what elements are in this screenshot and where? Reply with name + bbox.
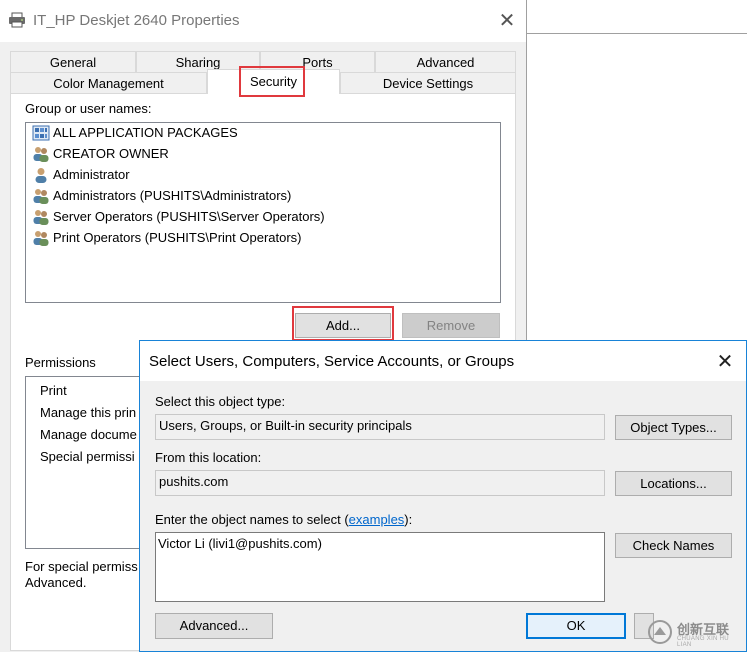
special-permissions-note-advanced: Advanced. bbox=[25, 575, 87, 590]
permission-item: Manage docume bbox=[40, 427, 137, 442]
list-item-label: ALL APPLICATION PACKAGES bbox=[53, 125, 238, 140]
watermark-icon bbox=[648, 620, 672, 644]
remove-button: Remove bbox=[402, 313, 500, 338]
group-icon bbox=[33, 210, 49, 225]
watermark-subtext: CHUANG XIN HU LIAN bbox=[677, 636, 729, 648]
check-names-button[interactable]: Check Names bbox=[615, 533, 732, 558]
special-permissions-note: For special permiss bbox=[25, 559, 138, 574]
object-type-field: Users, Groups, or Built-in security prin… bbox=[155, 414, 605, 440]
locations-button[interactable]: Locations... bbox=[615, 471, 732, 496]
object-names-label-prefix: Enter the object names to select ( bbox=[155, 512, 349, 527]
user-icon bbox=[35, 168, 47, 183]
object-names-label-suffix: ): bbox=[404, 512, 413, 527]
permission-item: Print bbox=[40, 383, 67, 398]
object-type-label: Select this object type: bbox=[155, 394, 286, 409]
add-button[interactable]: Add... bbox=[295, 313, 391, 338]
packages-icon bbox=[32, 125, 50, 141]
properties-close-icon[interactable]: ✕ bbox=[494, 8, 520, 34]
select-dialog-title: Select Users, Computers, Service Account… bbox=[149, 353, 515, 370]
list-item-label: CREATOR OWNER bbox=[53, 146, 169, 161]
ok-button[interactable]: OK bbox=[526, 613, 626, 639]
group-icon bbox=[33, 147, 49, 162]
properties-titlebar: IT_HP Deskjet 2640 Properties ✕ bbox=[0, 0, 526, 42]
permission-item: Special permissi bbox=[40, 449, 135, 464]
watermark-logo: 创新互联 CHUANG XIN HU LIAN bbox=[647, 616, 745, 648]
location-label: From this location: bbox=[155, 450, 262, 465]
object-names-value: Victor Li (livi1@pushits.com) bbox=[158, 536, 322, 551]
list-item-label: Administrators (PUSHITS\Administrators) bbox=[53, 188, 292, 203]
properties-title: IT_HP Deskjet 2640 Properties bbox=[33, 12, 240, 29]
advanced-button[interactable]: Advanced... bbox=[155, 613, 273, 639]
tab-advanced[interactable]: Advanced bbox=[375, 51, 516, 73]
object-names-label: Enter the object names to select (exampl… bbox=[155, 512, 412, 527]
examples-link[interactable]: examples bbox=[349, 512, 405, 527]
list-item-label: Administrator bbox=[53, 167, 130, 182]
select-users-dialog: Select Users, Computers, Service Account… bbox=[139, 340, 747, 652]
permission-item: Manage this prin bbox=[40, 405, 137, 420]
list-item-label: Server Operators (PUSHITS\Server Operato… bbox=[53, 209, 325, 224]
select-dialog-titlebar: Select Users, Computers, Service Account… bbox=[140, 341, 746, 381]
object-names-input[interactable]: Victor Li (livi1@pushits.com) bbox=[155, 532, 605, 602]
group-user-names-label: Group or user names: bbox=[25, 101, 152, 116]
list-item-label: Print Operators (PUSHITS\Print Operators… bbox=[53, 230, 302, 245]
group-icon bbox=[33, 231, 49, 246]
tab-device-settings[interactable]: Device Settings bbox=[340, 72, 516, 94]
select-dialog-close-icon[interactable]: ✕ bbox=[712, 349, 738, 375]
object-types-button[interactable]: Object Types... bbox=[615, 415, 732, 440]
group-icon bbox=[33, 189, 49, 204]
location-field: pushits.com bbox=[155, 470, 605, 496]
background-window bbox=[527, 0, 747, 34]
printer-icon bbox=[9, 12, 25, 28]
tab-general[interactable]: General bbox=[10, 51, 136, 73]
users-list[interactable]: ALL APPLICATION PACKAGES CREATOR OWNER A… bbox=[25, 122, 501, 303]
tab-security[interactable]: Security bbox=[207, 69, 340, 94]
permissions-label: Permissions bbox=[25, 355, 96, 370]
tab-color-management[interactable]: Color Management bbox=[10, 72, 207, 94]
